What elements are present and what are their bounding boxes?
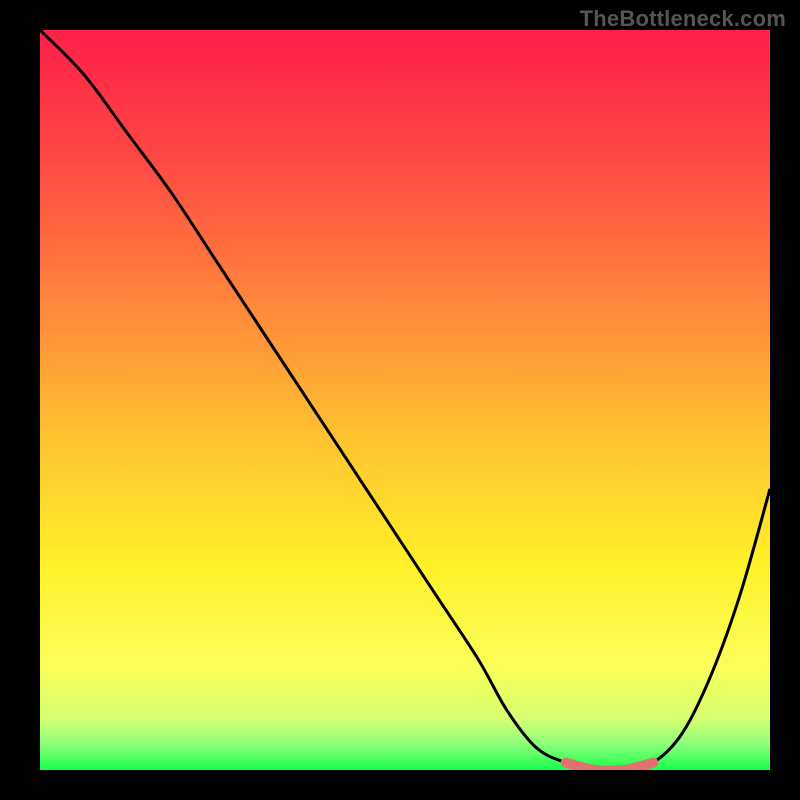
frame-border: [0, 0, 40, 800]
plot-background: [40, 30, 770, 770]
chart-frame: TheBottleneck.com: [0, 0, 800, 800]
watermark-text: TheBottleneck.com: [580, 6, 786, 32]
bottleneck-chart: [0, 0, 800, 800]
frame-border: [770, 0, 800, 800]
frame-border: [0, 770, 800, 800]
